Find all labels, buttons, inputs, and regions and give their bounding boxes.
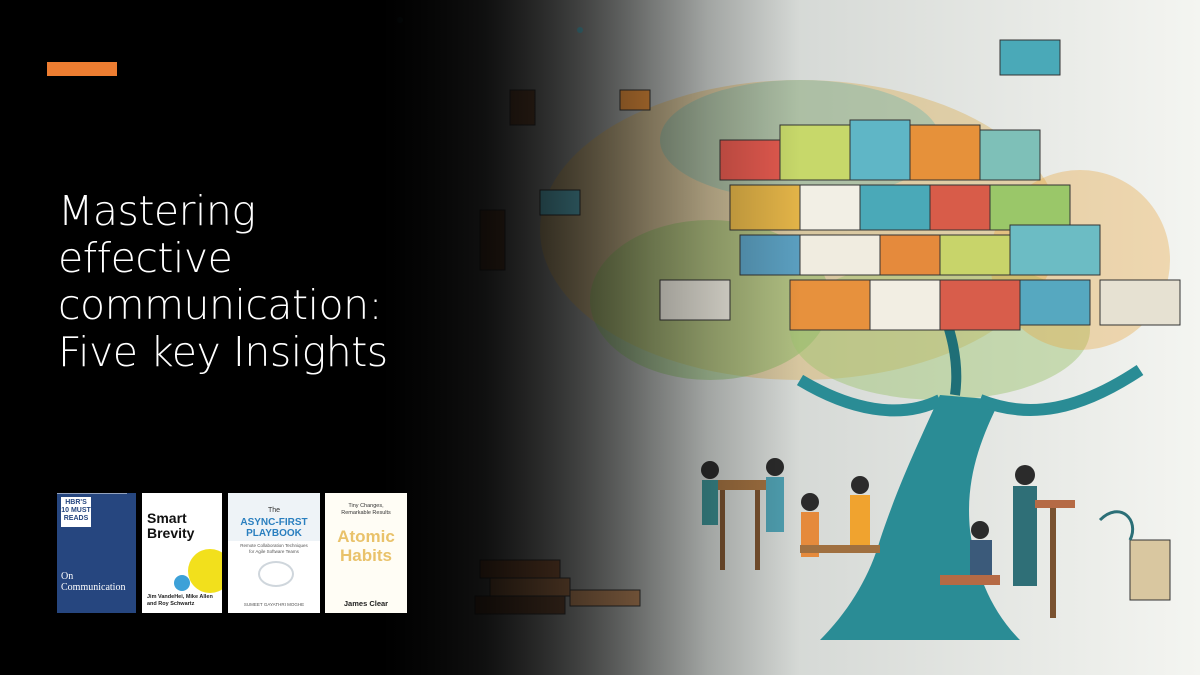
book-cover-smart-brevity: Smart Brevity Jim VandeHei, Mike Allen a…	[142, 493, 222, 613]
book-subtitle: Remote Collaboration Techniques for Agil…	[240, 543, 308, 554]
book-badge: HBR'S 10 MUST READS	[61, 497, 91, 527]
book-authors: Jim VandeHei, Mike Allen and Roy Schwart…	[147, 594, 213, 607]
blue-circle-icon	[174, 575, 190, 591]
slide: Mastering effective communication: Five …	[0, 0, 1200, 675]
title-line: effective	[58, 234, 233, 282]
book-title: Smart Brevity	[147, 510, 195, 541]
book-cover-atomic-habits: Tiny Changes, Remarkable Results Atomic …	[325, 493, 407, 613]
book-title: Atomic Habits	[337, 527, 395, 565]
title-line: Mastering	[58, 187, 256, 235]
book-author: SUMEET GAYATHRI MOGHE	[243, 602, 305, 607]
book-tree-illustration	[380, 0, 1200, 675]
accent-bar	[47, 62, 117, 76]
slide-title: Mastering effective communication: Five …	[58, 188, 438, 376]
spiral-icon	[258, 561, 294, 587]
book-kicker: The	[267, 507, 281, 514]
title-line: Five key Insights	[58, 328, 388, 376]
book-cover-hbr-on-communication: HBR'S 10 MUST READS On Communication	[57, 493, 136, 613]
book-title: On Communication	[61, 571, 126, 593]
book-title: ASYNC-FIRST PLAYBOOK	[240, 517, 308, 539]
title-line: communication:	[58, 281, 382, 329]
book-kicker: Tiny Changes, Remarkable Results	[341, 503, 391, 516]
book-author: James Clear	[343, 599, 389, 608]
book-cover-async-first-playbook: The ASYNC-FIRST PLAYBOOK Remote Collabor…	[228, 493, 320, 613]
yellow-circle-icon	[188, 549, 222, 593]
